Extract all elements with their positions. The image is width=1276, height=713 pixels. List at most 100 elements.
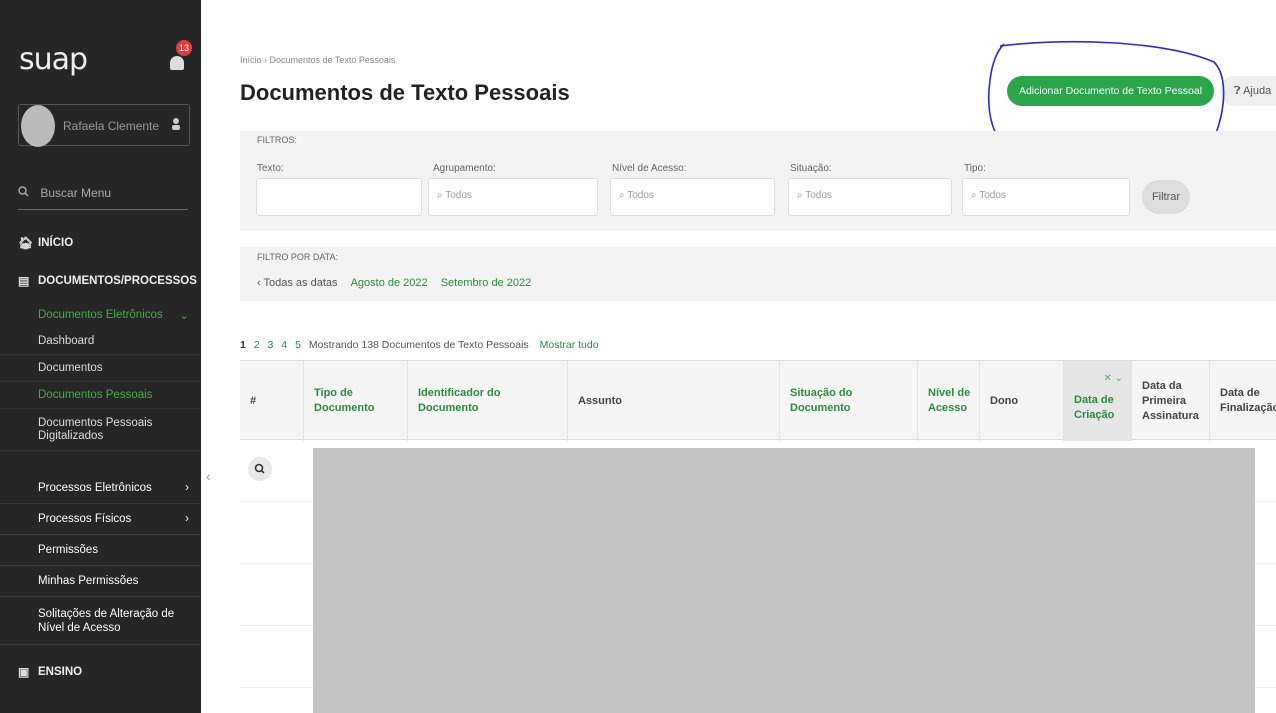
filter-texto-input[interactable] <box>256 178 422 216</box>
column-label: Data de Criação <box>1074 394 1115 421</box>
column-header-finalizacao[interactable]: Data de Finalização <box>1210 361 1276 441</box>
filter-value: Todos <box>979 190 1006 201</box>
documents-table: # Tipo de Documento Identificador do Doc… <box>240 360 1276 713</box>
sidebar-item-label: DOCUMENTOS/PROCESSOS <box>38 275 197 287</box>
page-link[interactable]: 2 <box>254 339 260 351</box>
column-header-dono[interactable]: Dono <box>980 361 1064 441</box>
filter-value: Todos <box>627 190 654 201</box>
sidebar-item-label: Processos Físicos <box>38 513 132 525</box>
page-link[interactable]: 1 <box>240 339 246 351</box>
sidebar-item-permissoes[interactable]: Permissões <box>0 535 201 566</box>
user-profile-box[interactable]: Rafaela Clemente <box>18 104 190 147</box>
filter-nivel-acesso-select[interactable]: ⌕ Todos <box>610 178 775 216</box>
sidebar-item-documentos-eletronicos[interactable]: Documentos Eletrônicos ⌄ <box>0 302 201 328</box>
page-link[interactable]: 3 <box>268 339 274 351</box>
sidebar-item-dashboard[interactable]: Dashboard <box>0 328 201 355</box>
filter-label-agrupamento: Agrupamento: <box>433 163 496 174</box>
column-header-identificador[interactable]: Identificador do Documento <box>408 361 568 441</box>
sidebar-item-documentos-pessoais-digitalizados[interactable]: Documentos Pessoais Digitalizados <box>0 409 201 451</box>
search-icon <box>254 463 265 474</box>
date-filter-label: FILTRO POR DATA: <box>257 252 339 262</box>
app-logo[interactable]: suap <box>19 42 88 77</box>
column-label: Data da Primeira Assinatura <box>1142 379 1199 422</box>
pagination: 1 2 3 4 5 Mostrando 138 Documentos de Te… <box>240 339 599 351</box>
date-filter-all-link[interactable]: ‹ Todas as datas <box>257 277 338 289</box>
sort-controls-icon[interactable]: ✕ ⌄ <box>1103 371 1123 386</box>
row-view-button[interactable] <box>248 457 272 481</box>
column-header-tipo[interactable]: Tipo de Documento <box>304 361 408 441</box>
filter-value: Todos <box>445 190 472 201</box>
page-title: Documentos de Texto Pessoais <box>240 80 570 105</box>
sidebar-item-label: Documentos <box>38 362 103 374</box>
filter-tipo-select[interactable]: ⌕ Todos <box>962 178 1130 216</box>
help-label: Ajuda <box>1243 85 1272 97</box>
sidebar: suap 13 Rafaela Clemente Buscar Menu 🏠︎ I… <box>0 0 201 713</box>
filter-agrupamento-select[interactable]: ⌕ Todos <box>428 178 598 216</box>
chevron-down-icon: ⌄ <box>179 310 189 322</box>
filter-label-texto: Texto: <box>257 163 284 174</box>
search-icon: ⌕ <box>971 190 980 201</box>
sidebar-item-label: INÍCIO <box>38 237 74 249</box>
results-summary: Mostrando 138 Documentos de Texto Pessoa… <box>308 339 529 351</box>
sidebar-item-label: Documentos Eletrônicos <box>38 309 163 321</box>
collapse-sidebar-icon[interactable]: ‹ <box>206 468 211 484</box>
filter-button[interactable]: Filtrar <box>1142 180 1190 214</box>
sidebar-item-solicitacoes-alteracao[interactable]: Solitações de Alteração de Nível de Aces… <box>0 597 201 645</box>
sidebar-nav: 🏠︎ INÍCIO ▤ DOCUMENTOS/PROCESSOS Documento… <box>0 230 201 685</box>
redacted-content <box>313 448 1255 713</box>
filter-label-nivel-acesso: Nível de Acesso: <box>612 163 687 174</box>
column-header-number: # <box>240 361 304 441</box>
table-header: # Tipo de Documento Identificador do Doc… <box>240 360 1276 441</box>
column-label: Identificador do Documento <box>418 387 501 414</box>
column-label: Nível de Acesso <box>928 387 971 414</box>
sidebar-item-processos-fisicos[interactable]: Processos Físicos › <box>0 504 201 535</box>
document-icon: ▤ <box>18 274 30 288</box>
sidebar-item-processos-eletronicos[interactable]: Processos Eletrônicos › <box>0 473 201 504</box>
date-filter-option[interactable]: Setembro de 2022 <box>441 277 532 289</box>
page-link[interactable]: 4 <box>281 339 287 351</box>
column-header-data-criacao[interactable]: Data de Criação ✕ ⌄ <box>1064 361 1132 441</box>
show-all-link[interactable]: Mostrar tudo <box>540 339 599 351</box>
home-icon: 🏠︎ <box>18 236 34 250</box>
column-header-primeira-assinatura[interactable]: Data da Primeira Assinatura <box>1132 361 1210 441</box>
sidebar-item-documentos[interactable]: Documentos <box>0 355 201 382</box>
breadcrumb[interactable]: Início › Documentos de Texto Pessoais <box>240 55 395 65</box>
sidebar-item-label: Dashboard <box>38 335 95 347</box>
date-filter-panel: FILTRO POR DATA: ‹ Todas as datas Agosto… <box>240 247 1276 301</box>
sidebar-item-label: Documentos Pessoais Digitalizados <box>38 416 153 442</box>
sidebar-item-label: Documentos Pessoais <box>38 389 153 401</box>
search-icon: ⌕ <box>437 190 446 201</box>
column-label: Data de Finalização <box>1220 387 1276 414</box>
column-header-assunto[interactable]: Assunto <box>568 361 780 441</box>
sidebar-item-label: ENSINO <box>38 666 83 678</box>
column-header-situacao[interactable]: Situação do Documento <box>780 361 918 441</box>
sidebar-item-documentos-pessoais[interactable]: Documentos Pessoais <box>0 382 201 409</box>
sidebar-item-inicio[interactable]: 🏠︎ INÍCIO <box>0 230 201 256</box>
search-icon: ⌕ <box>797 190 806 201</box>
date-filter-option[interactable]: Agosto de 2022 <box>351 277 428 289</box>
search-menu-label: Buscar Menu <box>40 186 112 200</box>
date-filter-links: ‹ Todas as datas Agosto de 2022 Setembro… <box>257 277 531 289</box>
sidebar-item-label: Solitações de Alteração de Nível de Aces… <box>38 607 175 634</box>
column-label: Tipo de Documento <box>314 387 375 414</box>
avatar <box>21 105 55 147</box>
search-icon: ⌕ <box>619 190 628 201</box>
teaching-icon: ▣ <box>18 665 30 679</box>
search-menu-input[interactable]: Buscar Menu <box>18 186 188 210</box>
add-document-button[interactable]: Adicionar Documento de Texto Pessoal <box>1007 76 1214 106</box>
filter-situacao-select[interactable]: ⌕ Todos <box>788 178 952 216</box>
notification-bell-icon[interactable]: 13 <box>168 40 192 72</box>
column-header-nivel-acesso[interactable]: Nível de Acesso <box>918 361 980 441</box>
page-link[interactable]: 5 <box>295 339 301 351</box>
chevron-right-icon: › <box>185 513 189 525</box>
notification-count-badge: 13 <box>176 40 192 56</box>
sidebar-item-ensino[interactable]: ▣ ENSINO <box>0 659 201 685</box>
sidebar-item-label: Minhas Permissões <box>38 575 139 587</box>
filter-label-tipo: Tipo: <box>964 163 986 174</box>
sidebar-item-minhas-permissoes[interactable]: Minhas Permissões <box>0 566 201 597</box>
chevron-right-icon: › <box>185 482 189 494</box>
filters-label: FILTROS: <box>257 135 297 145</box>
sidebar-item-documentos-processos[interactable]: ▤ DOCUMENTOS/PROCESSOS <box>0 268 201 294</box>
help-button[interactable]: ❓︎ Ajuda <box>1220 76 1276 106</box>
user-icon <box>172 118 180 130</box>
